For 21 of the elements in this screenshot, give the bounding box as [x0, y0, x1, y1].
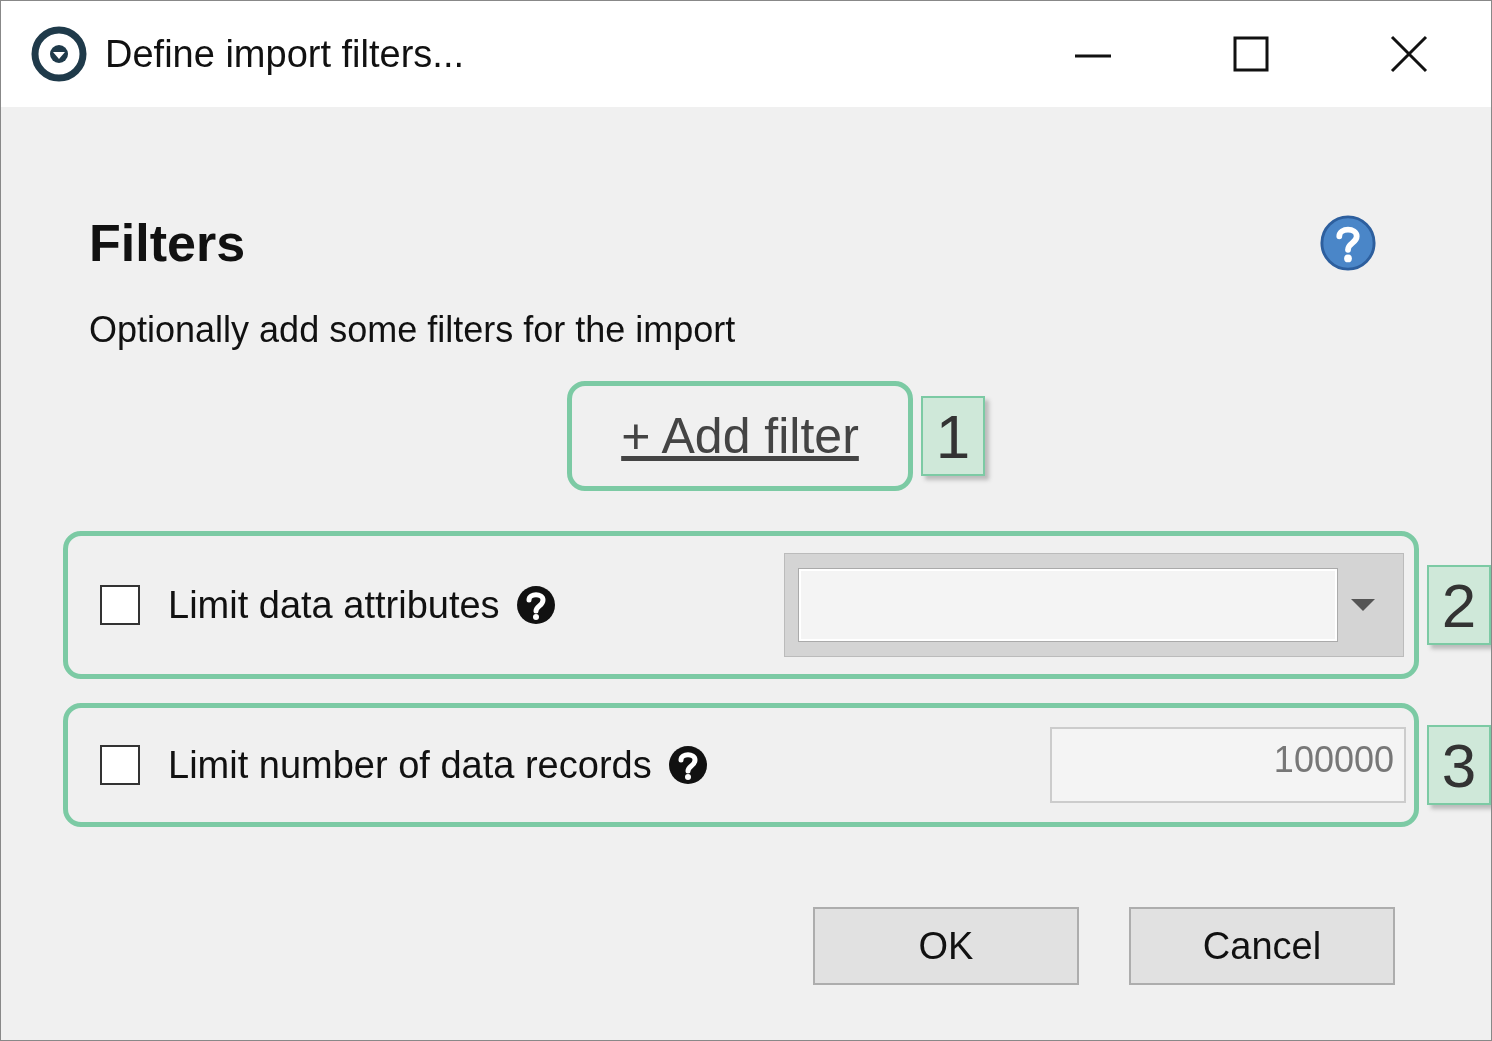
help-icon[interactable]: [667, 745, 708, 785]
callout-number: 1: [921, 396, 985, 476]
caret-icon: [1351, 599, 1375, 611]
close-icon[interactable]: [1389, 34, 1429, 74]
option-label: Limit data attributes: [168, 583, 500, 627]
dialog-button[interactable]: Cancel: [1129, 907, 1395, 985]
maximize-icon[interactable]: [1231, 34, 1271, 74]
option-label: Limit number of data records: [168, 743, 652, 787]
section-title: Filters: [89, 213, 246, 273]
description-text: Optionally add some filters for the import: [89, 309, 736, 351]
number-field[interactable]: 100000: [1050, 727, 1406, 803]
help-icon[interactable]: [515, 585, 556, 625]
checkbox[interactable]: [100, 585, 140, 625]
dialog-button[interactable]: OK: [813, 907, 1079, 985]
add-filter-link[interactable]: + Add filter: [621, 407, 859, 465]
help-icon[interactable]: [1319, 214, 1377, 272]
checkbox[interactable]: [100, 745, 140, 785]
callout-number: 3: [1427, 725, 1491, 805]
callout-number: 2: [1427, 565, 1491, 645]
app-logo-icon: [31, 26, 87, 82]
window-title: Define import filters...: [105, 32, 464, 76]
